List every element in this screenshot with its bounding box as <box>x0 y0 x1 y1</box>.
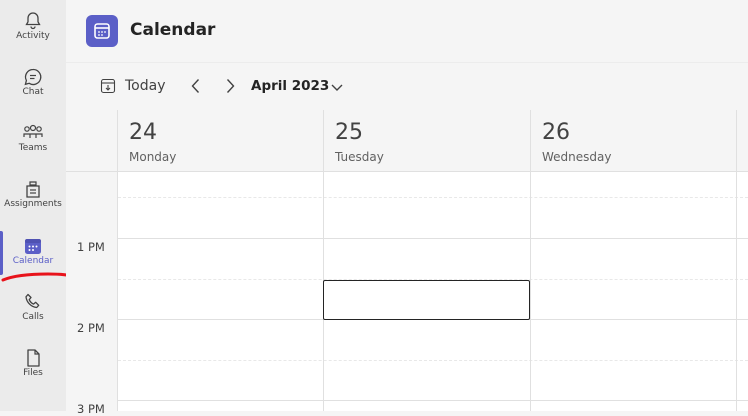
day-number: 24 <box>129 120 157 145</box>
day-name: Monday <box>129 150 177 164</box>
rail-item-label: Activity <box>16 31 50 41</box>
calendar-icon <box>25 239 41 254</box>
rail-item-files[interactable]: Files <box>0 345 66 397</box>
file-icon <box>27 349 40 367</box>
rail-item-calls[interactable]: Calls <box>0 289 66 341</box>
rail-item-assignments[interactable]: Assignments <box>0 176 66 228</box>
rail-item-label: Files <box>23 368 43 378</box>
monday-time-slots[interactable] <box>118 172 323 411</box>
calendar-grid: 24 Monday 25 Tuesday 26 Wednesday 1 PM 2… <box>66 110 748 416</box>
day-header-monday[interactable]: 24 Monday <box>118 110 324 172</box>
bell-icon <box>25 12 41 30</box>
month-picker[interactable]: April 2023 <box>251 78 329 94</box>
rail-item-label: Assignments <box>4 199 62 209</box>
rail-item-label: Calls <box>22 312 44 322</box>
wednesday-time-slots[interactable] <box>531 172 736 411</box>
calendar-toolbar: Today April 2023 <box>66 62 748 111</box>
day-number: 25 <box>335 120 363 145</box>
app-rail: Activity Chat Teams Assignments Calendar… <box>0 0 66 411</box>
assignments-icon <box>26 181 40 198</box>
time-gutter: 1 PM 2 PM 3 PM <box>66 172 118 416</box>
selected-time-slot[interactable] <box>323 280 530 320</box>
chevron-left-icon[interactable] <box>188 76 204 96</box>
chat-icon <box>24 68 42 86</box>
time-label: 3 PM <box>77 402 105 416</box>
day-header-next[interactable] <box>737 110 748 172</box>
time-gutter-header <box>66 110 118 172</box>
rail-item-activity[interactable]: Activity <box>0 8 66 60</box>
rail-item-chat[interactable]: Chat <box>0 64 66 116</box>
rail-item-label: Chat <box>22 87 44 97</box>
time-slot-grid <box>118 172 748 411</box>
time-label: 1 PM <box>77 240 105 254</box>
day-divider <box>736 172 737 411</box>
rail-item-label: Teams <box>18 143 48 153</box>
app-header: Calendar <box>66 0 748 62</box>
rail-item-label: Calendar <box>12 256 54 266</box>
day-name: Wednesday <box>542 150 612 164</box>
phone-icon <box>25 293 40 309</box>
day-header-wednesday[interactable]: 26 Wednesday <box>531 110 737 172</box>
day-name: Tuesday <box>335 150 384 164</box>
day-header-tuesday[interactable]: 25 Tuesday <box>324 110 531 172</box>
time-label: 2 PM <box>77 321 105 335</box>
day-number: 26 <box>542 120 570 145</box>
today-button[interactable]: Today <box>125 78 166 94</box>
chevron-right-icon[interactable] <box>222 76 238 96</box>
today-icon[interactable] <box>100 78 116 94</box>
rail-item-teams[interactable]: Teams <box>0 120 66 172</box>
calendar-app-icon <box>86 15 118 47</box>
teams-icon <box>23 124 43 138</box>
chevron-down-icon[interactable] <box>329 79 345 95</box>
rail-item-calendar[interactable]: Calendar <box>0 231 66 285</box>
page-title: Calendar <box>130 20 216 40</box>
